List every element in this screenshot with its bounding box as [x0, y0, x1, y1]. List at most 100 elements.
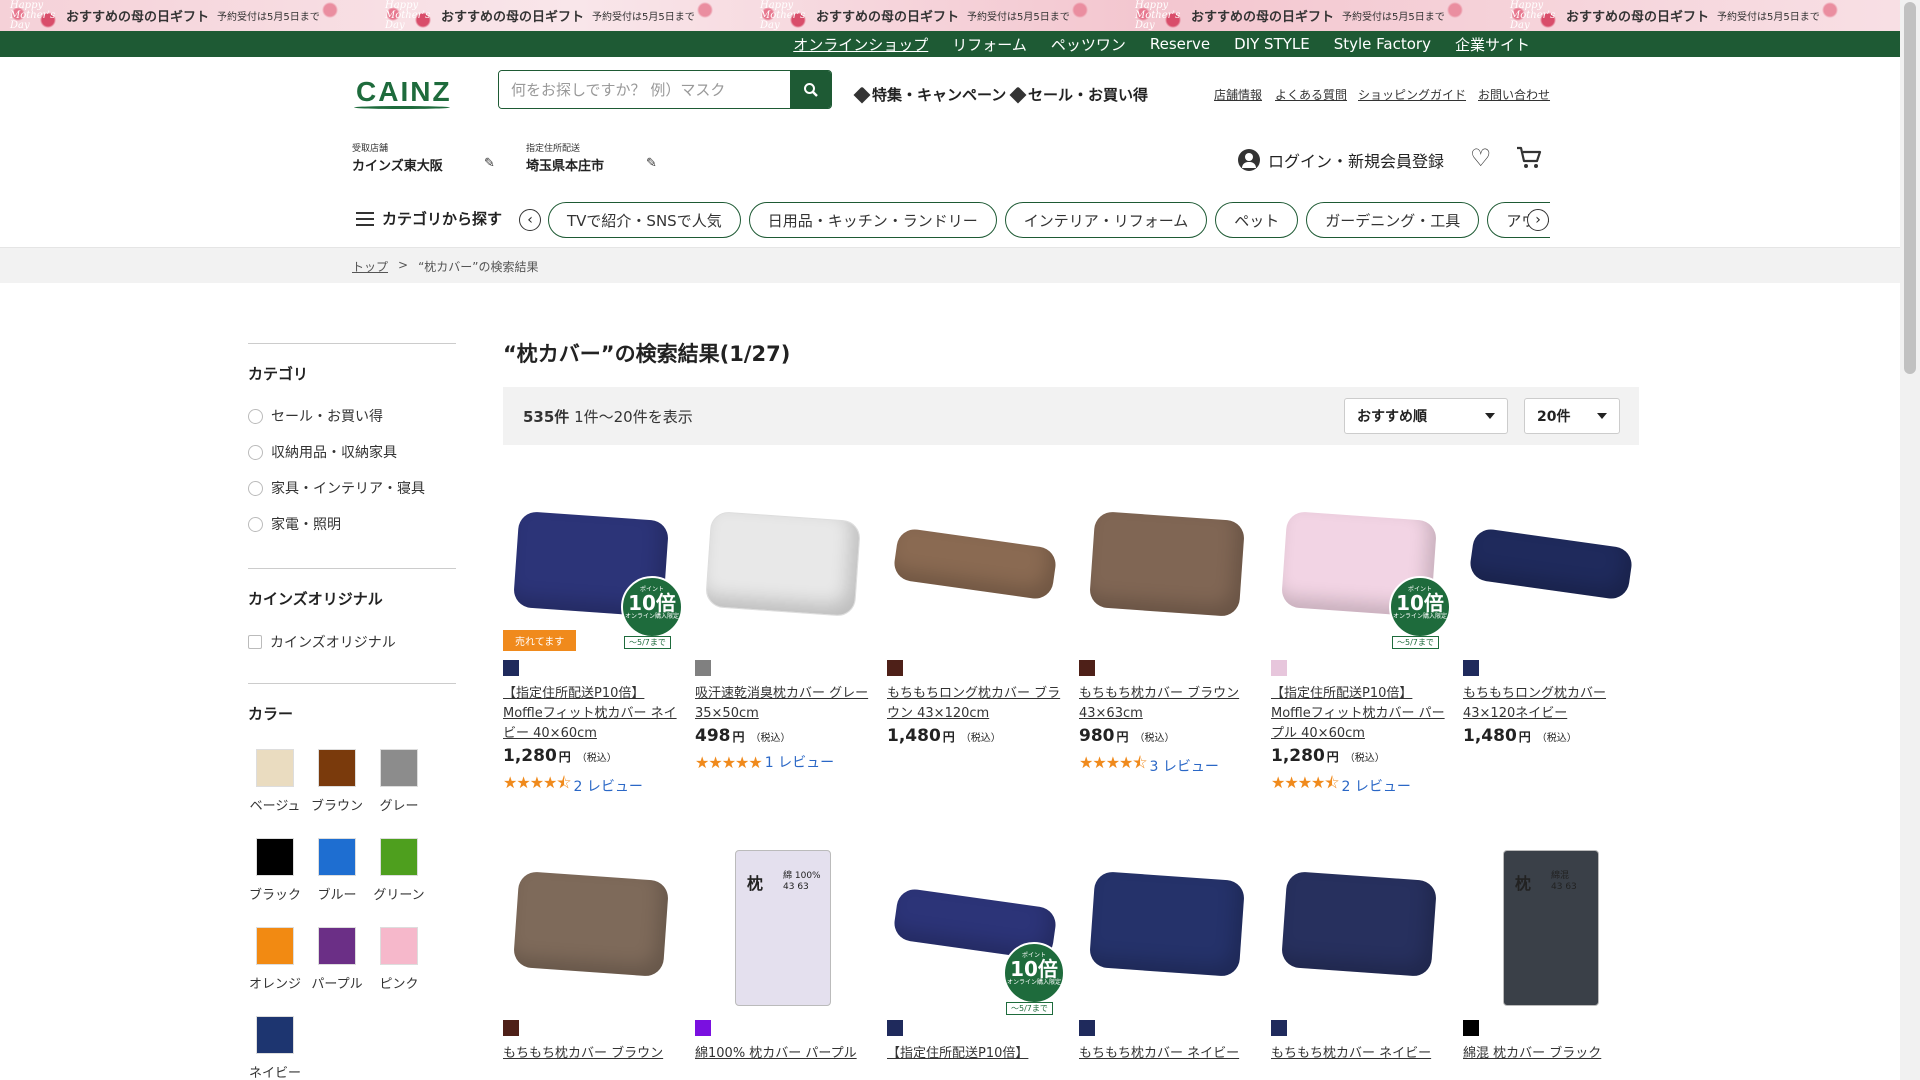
promo-banner[interactable]: Happy Mother's Day おすすめの母の日ギフト 予約受付は5月5日まで… — [0, 0, 1920, 31]
review-link[interactable]: 1 レビュー — [765, 752, 834, 772]
color-chip[interactable] — [887, 1020, 903, 1036]
cart-icon[interactable] — [1516, 146, 1542, 170]
scrollbar-thumb[interactable] — [1904, 2, 1916, 374]
product-name[interactable]: 【指定住所配送P10倍】 — [887, 1044, 1063, 1080]
color-chip[interactable] — [503, 660, 519, 676]
color-swatch-option[interactable]: グリーン — [369, 838, 429, 903]
chip-tv-sns[interactable]: TVで紹介・SNSで人気 — [548, 202, 741, 238]
product-name[interactable]: 綿混 枕カバー ブラック — [1463, 1044, 1639, 1080]
login-link[interactable]: ログイン・新規会員登録 — [1238, 148, 1444, 172]
color-chip[interactable] — [887, 660, 903, 676]
nav-online-shop[interactable]: オンラインショップ — [793, 34, 928, 55]
promo-tile[interactable]: Happy Mother's Day おすすめの母の日ギフト 予約受付は5月5日まで — [0, 0, 375, 31]
color-swatch[interactable] — [380, 927, 418, 965]
promo-tile[interactable]: Happy Mother's Day おすすめの母の日ギフト 予約受付は5月5日まで — [1500, 0, 1875, 31]
shopping-guide-link[interactable]: ショッピングガイド — [1358, 86, 1466, 103]
review-link[interactable]: 3 レビュー — [1150, 756, 1219, 776]
product-name[interactable]: もちもち枕カバー ネイビー — [1271, 1044, 1447, 1080]
per-page-select[interactable]: 20件 — [1524, 398, 1620, 434]
product-card[interactable]: もちもち枕カバー ブラウン 43×63cm 980 円（税込） ★★★★⯪ 3 レビュー — [1079, 488, 1255, 779]
color-swatch[interactable] — [256, 838, 294, 876]
color-chip[interactable] — [1463, 660, 1479, 676]
product-card[interactable]: もちもち枕カバー ブラウン — [503, 848, 679, 1080]
color-swatch-option[interactable]: ブラック — [245, 838, 305, 903]
color-chip[interactable] — [1079, 1020, 1095, 1036]
color-swatch-option[interactable]: ネイビー — [245, 1016, 305, 1080]
product-card[interactable]: もちもちロング枕カバー 43×120ネイビー 1,480 円（税込） — [1463, 488, 1639, 746]
product-name[interactable]: 綿100% 枕カバー パープル — [695, 1044, 871, 1080]
color-chip[interactable] — [1079, 660, 1095, 676]
color-swatch[interactable] — [318, 749, 356, 787]
product-card[interactable]: もちもち枕カバー ネイビー — [1271, 848, 1447, 1080]
chevron-right-icon[interactable]: › — [1527, 209, 1549, 231]
product-name[interactable]: もちもちロング枕カバー 43×120ネイビー — [1463, 684, 1639, 724]
product-card[interactable]: 枕 綿混 43 63 綿混 枕カバー ブラック — [1463, 848, 1639, 1080]
category-option[interactable]: セール・お買い得 — [248, 406, 383, 426]
color-chip[interactable] — [1463, 1020, 1479, 1036]
chevron-left-icon[interactable]: ‹ — [519, 209, 541, 231]
color-chip[interactable] — [695, 660, 711, 676]
product-card[interactable]: ポイント 10倍 オンライン購入限定 〜5/7まで【指定住所配送P10倍】 — [887, 848, 1065, 1080]
original-option[interactable]: カインズオリジナル — [248, 632, 396, 652]
nav-corporate[interactable]: 企業サイト — [1455, 34, 1530, 55]
product-card[interactable]: 吸汗速乾消臭枕カバー グレー 35×50cm 498 円（税込） ★★★★★ 1 レビュ… — [695, 488, 871, 772]
promo-tile[interactable]: Happy Mother's Day おすすめの母の日ギフト 予約受付は5月5日まで — [750, 0, 1125, 31]
color-chip[interactable] — [1271, 1020, 1287, 1036]
product-image[interactable] — [695, 488, 871, 648]
product-card[interactable]: ポイント 10倍 オンライン購入限定 〜5/7まで【指定住所配送P10倍】Moffle… — [1271, 488, 1451, 799]
radio-button[interactable] — [248, 444, 263, 460]
nav-reserve[interactable]: Reserve — [1150, 35, 1210, 53]
product-image[interactable] — [503, 848, 679, 1008]
product-name[interactable]: 【指定住所配送P10倍】Moffleフィット枕カバー ネイビー 40×60cm — [503, 684, 679, 744]
edit-store-icon[interactable]: ✎ — [484, 156, 495, 171]
color-swatch-option[interactable]: パープル — [307, 927, 367, 992]
page-scrollbar[interactable] — [1900, 0, 1920, 1080]
product-image[interactable]: ポイント 10倍 オンライン購入限定 〜5/7まで — [887, 848, 1065, 1015]
nav-style-factory[interactable]: Style Factory — [1334, 35, 1431, 53]
color-swatch-option[interactable]: グレー — [369, 749, 429, 814]
color-chip[interactable] — [695, 1020, 711, 1036]
product-image[interactable] — [1271, 848, 1447, 1008]
color-swatch[interactable] — [256, 1016, 294, 1054]
faq-link[interactable]: よくある質問 — [1275, 86, 1347, 103]
radio-button[interactable] — [248, 408, 263, 424]
checkbox[interactable] — [248, 635, 262, 649]
sale-link[interactable]: セール・お買い得 — [1009, 84, 1148, 105]
breadcrumb-top[interactable]: トップ — [352, 258, 388, 275]
category-option[interactable]: 収納用品・収納家具 — [248, 442, 397, 462]
color-swatch-option[interactable]: ピンク — [369, 927, 429, 992]
product-card[interactable]: 枕 綿 100% 43 63 綿100% 枕カバー パープル — [695, 848, 871, 1080]
category-menu-button[interactable]: カテゴリから探す — [356, 208, 502, 229]
product-image[interactable]: ポイント 10倍 オンライン購入限定 〜5/7まで — [1271, 488, 1451, 649]
nav-diy-style[interactable]: DIY STYLE — [1234, 35, 1310, 53]
store-info-link[interactable]: 店舗情報 — [1214, 86, 1262, 103]
product-image[interactable] — [887, 488, 1063, 648]
radio-button[interactable] — [248, 516, 263, 532]
color-swatch[interactable] — [380, 749, 418, 787]
color-chip[interactable] — [503, 1020, 519, 1036]
chip-daily-goods[interactable]: 日用品・キッチン・ランドリー — [748, 202, 997, 238]
color-swatch[interactable] — [318, 838, 356, 876]
edit-address-icon[interactable]: ✎ — [646, 156, 657, 171]
chip-pet[interactable]: ペット — [1215, 202, 1299, 238]
product-card[interactable]: もちもちロング枕カバー ブラウン 43×120cm 1,480 円（税込） — [887, 488, 1063, 746]
review-link[interactable]: 2 レビュー — [1342, 776, 1411, 796]
search-input[interactable] — [499, 71, 790, 108]
pickup-store-value[interactable]: カインズ東大阪 — [352, 155, 443, 174]
promo-tile[interactable]: Happy Mother's Day おすすめの母の日ギフト 予約受付は5月5日まで — [375, 0, 750, 31]
color-swatch-option[interactable]: ブラウン — [307, 749, 367, 814]
color-swatch[interactable] — [256, 749, 294, 787]
nav-petsone[interactable]: ペッツワン — [1051, 34, 1126, 55]
category-option[interactable]: 家電・照明 — [248, 514, 341, 534]
nav-reform[interactable]: リフォーム — [952, 34, 1027, 55]
favorite-heart-icon[interactable]: ♡ — [1470, 144, 1492, 172]
product-image[interactable] — [1079, 488, 1255, 648]
color-swatch[interactable] — [318, 927, 356, 965]
product-name[interactable]: 【指定住所配送P10倍】Moffleフィット枕カバー パープル 40×60cm — [1271, 684, 1447, 744]
product-name[interactable]: もちもち枕カバー ネイビー — [1079, 1044, 1255, 1080]
color-swatch[interactable] — [380, 838, 418, 876]
cainz-logo[interactable]: CAINZ — [356, 76, 452, 108]
product-name[interactable]: もちもち枕カバー ブラウン 43×63cm — [1079, 684, 1255, 724]
product-image[interactable]: 枕 綿混 43 63 — [1463, 848, 1639, 1008]
color-swatch-option[interactable]: ブルー — [307, 838, 367, 903]
